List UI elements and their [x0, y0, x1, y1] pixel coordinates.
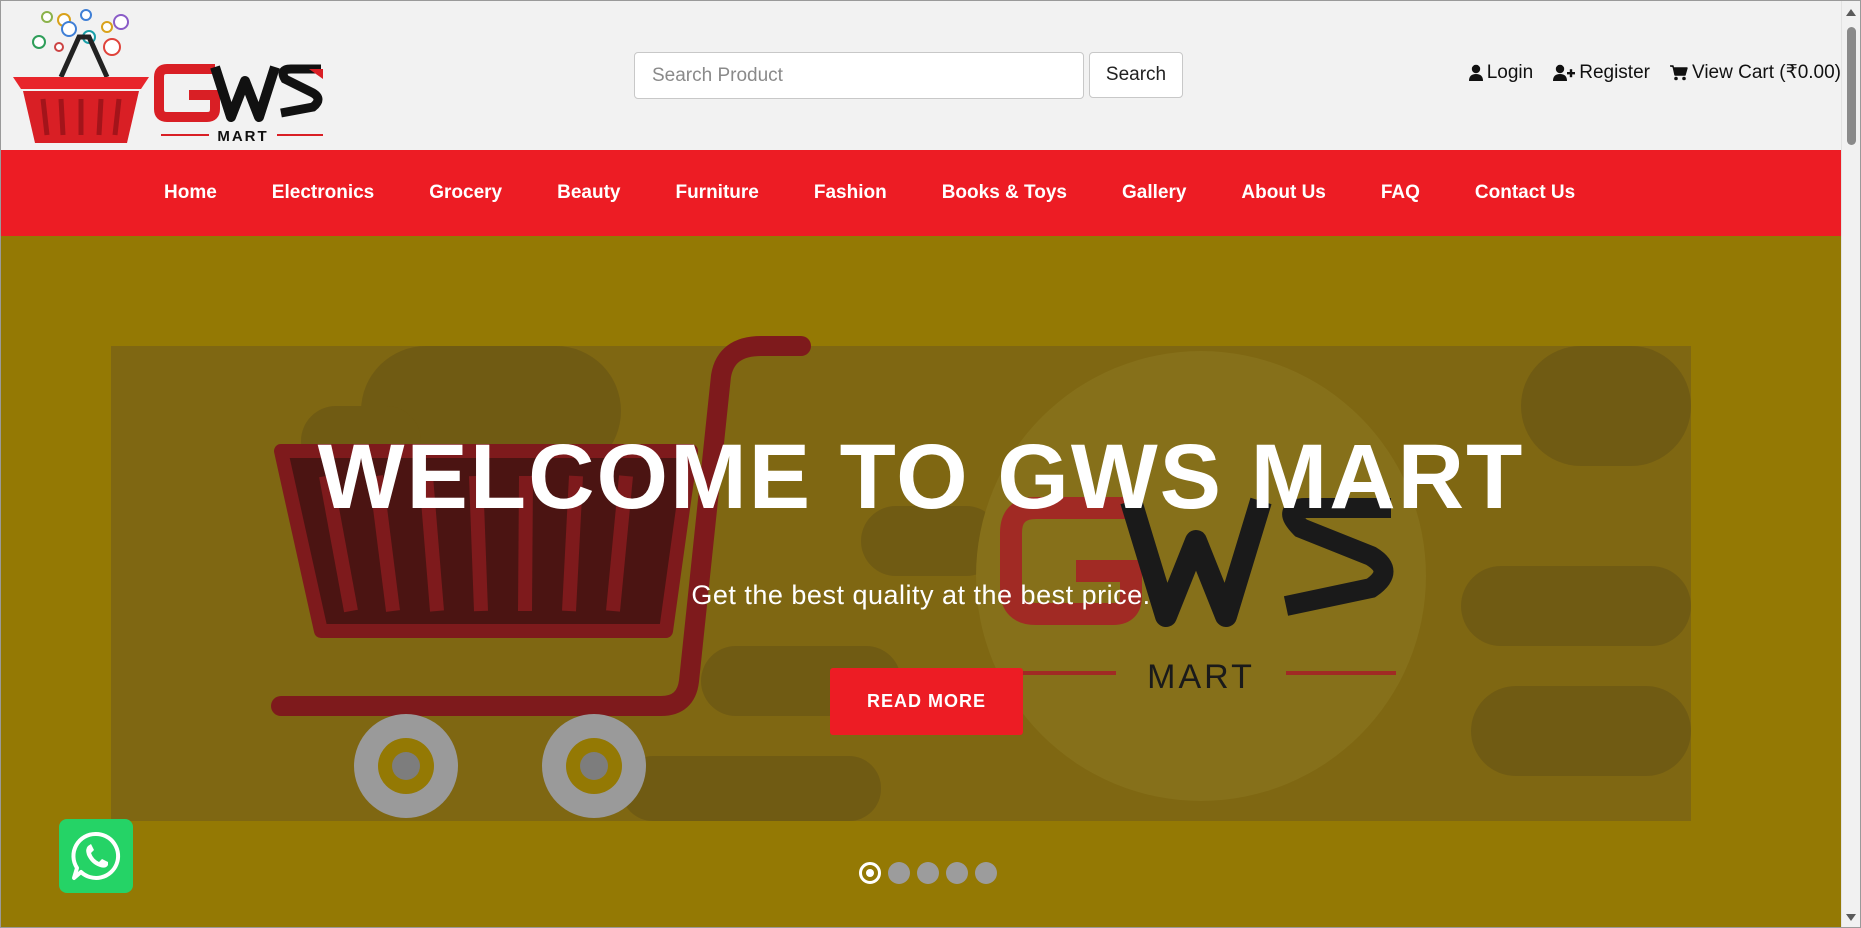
nav-item-contact-us[interactable]: Contact Us	[1475, 182, 1575, 204]
nav-list: Home Electronics Grocery Beauty Furnitur…	[164, 150, 1630, 236]
slide-indicator-3[interactable]	[917, 862, 939, 884]
main-navigation: Home Electronics Grocery Beauty Furnitur…	[1, 150, 1841, 236]
slide-indicator-2[interactable]	[888, 862, 910, 884]
account-links: Login Register View Cart (₹0.00)	[1468, 61, 1841, 84]
svg-text:MART: MART	[217, 128, 268, 145]
logo-wordmark: MART	[154, 64, 323, 145]
login-link[interactable]: Login	[1468, 61, 1534, 84]
nav-item-about-us[interactable]: About Us	[1241, 182, 1325, 204]
scroll-down-icon[interactable]	[1846, 914, 1856, 921]
view-cart-label: View Cart (₹0.00)	[1691, 62, 1841, 83]
nav-item-faq[interactable]: FAQ	[1381, 182, 1420, 204]
slide-indicator-5[interactable]	[975, 862, 997, 884]
user-plus-icon	[1553, 64, 1576, 81]
page-scrollbar[interactable]	[1841, 1, 1860, 927]
hero-slider: MART WELCOME TO GWS MART Get the best qu…	[1, 236, 1841, 927]
slide-indicator-4[interactable]	[946, 862, 968, 884]
nav-item-home[interactable]: Home	[164, 182, 217, 204]
read-more-button[interactable]: READ MORE	[830, 668, 1023, 735]
nav-item-grocery[interactable]: Grocery	[429, 182, 502, 204]
browser-viewport: MART Search Login Register	[0, 0, 1861, 928]
nav-item-books-toys[interactable]: Books & Toys	[942, 182, 1067, 204]
nav-item-furniture[interactable]: Furniture	[675, 182, 758, 204]
slider-indicators	[859, 862, 997, 884]
register-link[interactable]: Register	[1553, 62, 1650, 84]
site-logo[interactable]: MART	[9, 7, 325, 145]
scrollbar-thumb[interactable]	[1847, 27, 1856, 145]
cart-icon	[1669, 64, 1688, 80]
register-label: Register	[1579, 61, 1650, 83]
shopping-basket-icon	[13, 34, 149, 143]
user-icon	[1468, 64, 1483, 81]
nav-item-beauty[interactable]: Beauty	[557, 182, 620, 204]
slide-indicator-1[interactable]	[859, 862, 881, 884]
nav-item-fashion[interactable]: Fashion	[814, 182, 887, 204]
whatsapp-chat-button[interactable]	[59, 819, 133, 893]
nav-item-electronics[interactable]: Electronics	[272, 182, 374, 204]
login-label: Login	[1486, 61, 1534, 83]
nav-item-gallery[interactable]: Gallery	[1122, 182, 1186, 204]
search-input[interactable]	[634, 52, 1084, 99]
hero-title: WELCOME TO GWS MART	[317, 426, 1525, 528]
view-cart-link[interactable]: View Cart (₹0.00)	[1669, 61, 1841, 84]
scroll-up-icon[interactable]	[1846, 9, 1856, 16]
whatsapp-icon	[71, 831, 121, 880]
search-button[interactable]: Search	[1089, 52, 1183, 98]
hero-subtitle: Get the best quality at the best price.	[691, 580, 1151, 610]
svg-text:MART: MART	[1147, 658, 1255, 696]
site-header: MART Search Login Register	[1, 1, 1841, 150]
app-bubbles-icon	[32, 9, 129, 56]
